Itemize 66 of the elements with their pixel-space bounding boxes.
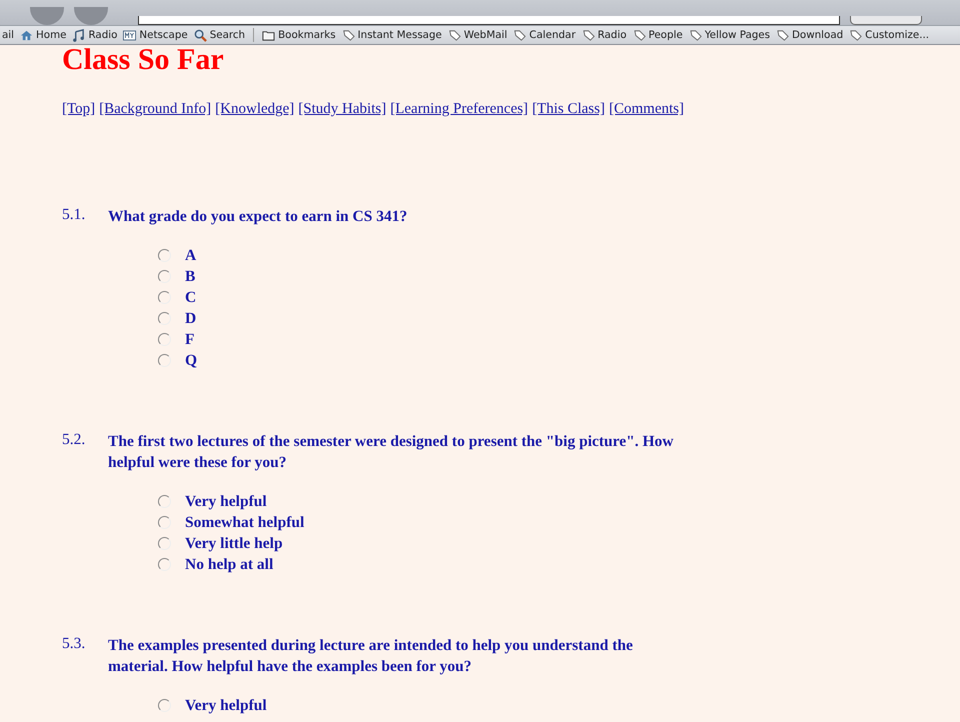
section-link[interactable]: [Background Info] [99,101,212,118]
section-link[interactable]: [Knowledge] [215,101,294,118]
option-label: Very helpful [185,492,267,510]
back-button[interactable] [30,7,64,25]
option-label: C [185,288,196,306]
folder-icon [262,28,276,42]
radio-button[interactable] [158,516,171,529]
page-title: Class So Far [62,45,225,75]
option-label: Very helpful [185,696,267,714]
bookmark-link[interactable]: Netscape [123,28,188,42]
question-text: The first two lectures of the semester were designed to present the "big picture". How helpful were these for you? [108,432,675,473]
question-text: The examples presented during lecture are intended to help you understand the material. How helpful have the examples been for you? [108,636,634,677]
bookmark-link[interactable]: People [632,28,683,42]
bookmark-icon [849,28,862,42]
forward-button[interactable] [74,7,108,25]
bookmark-link[interactable]: WebMail [448,28,508,42]
question-number: 5.3. [62,635,86,654]
radio-button[interactable] [158,249,171,262]
option-label: F [185,330,194,348]
radio-button[interactable] [158,333,171,346]
section-link[interactable]: [Top] [62,101,96,118]
bookmark-link[interactable]: Customize... [849,28,930,42]
go-button[interactable] [850,16,922,25]
section-link[interactable]: [This Class] [532,101,605,118]
search-icon [194,28,207,42]
radio-button[interactable] [158,699,171,712]
option-label: No help at all [185,556,274,574]
section-link[interactable]: [Learning Preferences] [390,101,528,118]
bookmark-link[interactable]: Bookmarks [262,28,336,42]
bookmark-icon [632,28,646,42]
question-text: What grade do you expect to earn in CS 341? [108,207,408,227]
my-badge-icon [123,28,136,42]
question-number: 5.1. [62,206,86,225]
house-icon [20,28,34,42]
radio-button[interactable] [158,495,171,508]
bookmark-link[interactable]: Search [194,28,246,42]
bookmark-link[interactable]: Radio [72,28,118,42]
bookmark-icon [513,28,526,42]
bookmark-link[interactable]: Radio [582,28,626,42]
option-label: D [185,310,196,328]
bookmark-icon [448,28,461,42]
bookmark-link[interactable]: Calendar [513,28,576,42]
bookmark-link[interactable]: Download [776,28,844,42]
radio-button[interactable] [158,270,171,283]
bookmark-icon [582,28,595,42]
question-number: 5.2. [62,431,86,450]
bookmark-link[interactable]: Home [20,28,66,42]
option-label: Somewhat helpful [185,514,304,532]
option-label: B [185,268,196,286]
bookmark-icon [688,28,702,42]
music-note-icon [72,28,86,42]
option-label: A [185,246,196,264]
radio-button[interactable] [158,312,171,325]
section-link[interactable]: [Comments] [608,101,684,118]
bookmark-link[interactable]: Instant Message [342,28,442,42]
radio-button[interactable] [158,291,171,304]
bookmark-link[interactable]: Yellow Pages [688,28,770,42]
bookmark-icon [342,28,355,42]
radio-button[interactable] [158,354,171,367]
bookmark-icon [776,28,789,42]
section-link[interactable]: [Study Habits] [298,101,386,118]
radio-button[interactable] [158,537,171,550]
radio-button[interactable] [158,558,171,571]
bookmark-link[interactable]: ail [2,29,14,41]
option-label: Very little help [185,534,283,552]
option-label: Q [185,352,198,370]
